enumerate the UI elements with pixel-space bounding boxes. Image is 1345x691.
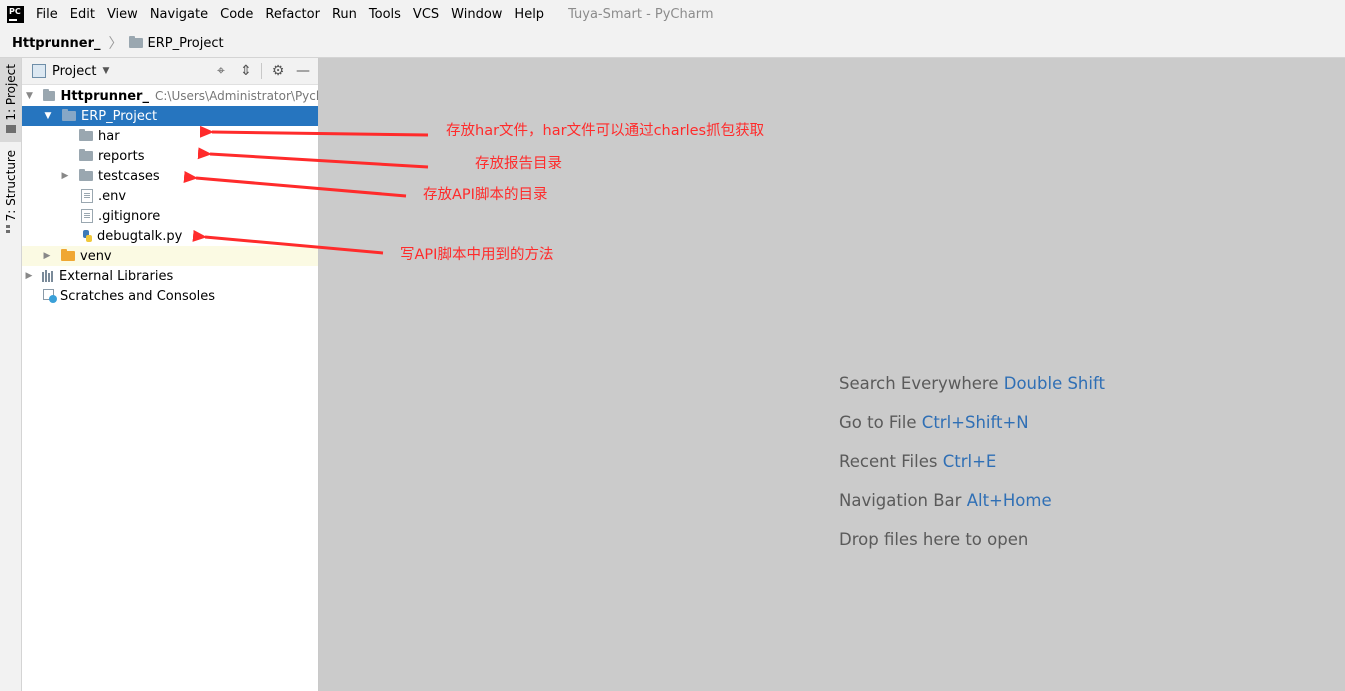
hint-shortcut: Double Shift bbox=[1003, 374, 1105, 393]
hint-text: Navigation Bar bbox=[839, 491, 962, 510]
project-view-icon bbox=[32, 64, 46, 78]
collapsed-arrow-icon[interactable]: ▶ bbox=[41, 251, 53, 261]
folder-icon bbox=[79, 169, 93, 181]
tree-item-venv[interactable]: ▶ venv bbox=[22, 246, 318, 266]
menu-run[interactable]: Run bbox=[326, 7, 363, 22]
project-panel-title[interactable]: Project bbox=[52, 64, 96, 79]
collapsed-arrow-icon[interactable]: ▶ bbox=[23, 271, 35, 281]
menu-help[interactable]: Help bbox=[508, 7, 550, 22]
expand-arrow-icon[interactable]: ▼ bbox=[42, 111, 54, 121]
menu-bar: PC File Edit View Navigate Code Refactor… bbox=[0, 0, 1345, 29]
project-panel-header: Project ▼ ⌖ ⇕ ⚙ — bbox=[22, 58, 318, 85]
structure-tool-tab-label: 7: Structure bbox=[3, 150, 18, 222]
menu-refactor[interactable]: Refactor bbox=[259, 7, 326, 22]
tree-root-path: C:\Users\Administrator\Pychar bbox=[154, 89, 319, 103]
editor-area[interactable]: Search Everywhere Double Shift Go to Fil… bbox=[319, 58, 1345, 691]
menu-window[interactable]: Window bbox=[445, 7, 508, 22]
project-folder-icon bbox=[5, 124, 16, 133]
menu-tools[interactable]: Tools bbox=[363, 7, 407, 22]
menu-view[interactable]: View bbox=[101, 7, 144, 22]
menu-edit[interactable]: Edit bbox=[64, 7, 101, 22]
minimize-icon[interactable]: — bbox=[294, 62, 312, 80]
hint-shortcut: Alt+Home bbox=[966, 491, 1052, 510]
annotation-testcases: 存放API脚本的目录 bbox=[423, 187, 548, 203]
folder-icon bbox=[42, 89, 56, 101]
tree-item-erp-project[interactable]: ▼ ERP_Project bbox=[22, 106, 318, 126]
tree-item-label: venv bbox=[80, 248, 112, 264]
annotation-reports: 存放报告目录 bbox=[475, 156, 562, 172]
tree-item-external-libraries[interactable]: ▶ External Libraries bbox=[22, 266, 318, 286]
tree-root-label: Httprunner_ bbox=[60, 88, 149, 104]
hint-search-everywhere: Search Everywhere Double Shift bbox=[839, 374, 1105, 393]
tree-item-label: reports bbox=[98, 148, 145, 164]
hint-go-to-file: Go to File Ctrl+Shift+N bbox=[839, 413, 1029, 432]
folder-icon bbox=[62, 109, 76, 121]
locate-file-icon[interactable]: ⌖ bbox=[212, 62, 230, 80]
tree-item-reports[interactable]: reports bbox=[22, 146, 318, 166]
library-icon bbox=[42, 270, 56, 282]
project-panel: Project ▼ ⌖ ⇕ ⚙ — ▼ Httprunner_ C:\Users… bbox=[22, 58, 319, 691]
text-file-icon bbox=[81, 189, 93, 203]
tree-item-debugtalk[interactable]: debugtalk.py bbox=[22, 226, 318, 246]
tree-item-label: .gitignore bbox=[98, 208, 161, 224]
hint-navigation-bar: Navigation Bar Alt+Home bbox=[839, 491, 1052, 510]
tree-item-har[interactable]: har bbox=[22, 126, 318, 146]
tool-window-strip: 1: Project 7: Structure bbox=[0, 58, 22, 691]
project-tool-tab[interactable]: 1: Project bbox=[0, 58, 21, 142]
tree-item-label: testcases bbox=[98, 168, 160, 184]
tree-item-gitignore[interactable]: .gitignore bbox=[22, 206, 318, 226]
project-tool-tab-label: 1: Project bbox=[3, 64, 18, 121]
tree-item-testcases[interactable]: ▶ testcases bbox=[22, 166, 318, 186]
annotation-debugtalk: 写API脚本中用到的方法 bbox=[400, 247, 554, 263]
breadcrumb: Httprunner_ 〉 ERP_Project bbox=[0, 29, 1345, 58]
breadcrumb-child[interactable]: ERP_Project bbox=[148, 36, 224, 51]
folder-icon bbox=[128, 36, 143, 48]
pycharm-logo-icon: PC bbox=[7, 6, 24, 23]
python-file-icon bbox=[82, 230, 92, 242]
menu-code[interactable]: Code bbox=[214, 7, 259, 22]
expand-arrow-icon[interactable]: ▼ bbox=[24, 91, 35, 101]
folder-icon bbox=[79, 129, 93, 141]
hint-shortcut: Ctrl+Shift+N bbox=[921, 413, 1029, 432]
collapsed-arrow-icon[interactable]: ▶ bbox=[59, 171, 71, 181]
hint-text: Go to File bbox=[839, 413, 917, 432]
chevron-right-icon: 〉 bbox=[108, 36, 123, 52]
menu-navigate[interactable]: Navigate bbox=[144, 7, 214, 22]
hint-text: Recent Files bbox=[839, 452, 938, 471]
toolbar-divider bbox=[261, 63, 262, 79]
hint-text: Search Everywhere bbox=[839, 374, 999, 393]
tree-item-label: External Libraries bbox=[59, 268, 174, 284]
hint-drop-files: Drop files here to open bbox=[839, 530, 1028, 549]
chevron-down-icon[interactable]: ▼ bbox=[102, 66, 109, 76]
tree-item-label: Scratches and Consoles bbox=[60, 288, 216, 304]
hint-shortcut: Ctrl+E bbox=[942, 452, 997, 471]
ignore-file-icon bbox=[81, 209, 93, 223]
scratch-icon bbox=[43, 289, 57, 303]
menu-file[interactable]: File bbox=[30, 7, 64, 22]
tree-item-label: har bbox=[98, 128, 120, 144]
tree-item-env[interactable]: .env bbox=[22, 186, 318, 206]
structure-icon bbox=[5, 225, 16, 234]
folder-icon bbox=[79, 149, 93, 161]
window-title: Tuya-Smart - PyCharm bbox=[568, 7, 714, 22]
tree-item-label: .env bbox=[98, 188, 127, 204]
tree-item-scratches[interactable]: Scratches and Consoles bbox=[22, 286, 318, 306]
menu-vcs[interactable]: VCS bbox=[407, 7, 445, 22]
hint-text: Drop files here to open bbox=[839, 530, 1029, 549]
breadcrumb-root[interactable]: Httprunner_ bbox=[12, 36, 101, 51]
tree-item-label: ERP_Project bbox=[81, 108, 158, 124]
excluded-folder-icon bbox=[61, 249, 75, 261]
tree-root[interactable]: ▼ Httprunner_ C:\Users\Administrator\Pyc… bbox=[22, 86, 318, 106]
hint-recent-files: Recent Files Ctrl+E bbox=[839, 452, 996, 471]
structure-tool-tab[interactable]: 7: Structure bbox=[0, 150, 21, 234]
annotation-har: 存放har文件，har文件可以通过charles抓包获取 bbox=[446, 123, 765, 139]
collapse-all-icon[interactable]: ⇕ bbox=[237, 62, 255, 80]
tree-item-label: debugtalk.py bbox=[97, 228, 183, 244]
gear-icon[interactable]: ⚙ bbox=[269, 62, 287, 80]
